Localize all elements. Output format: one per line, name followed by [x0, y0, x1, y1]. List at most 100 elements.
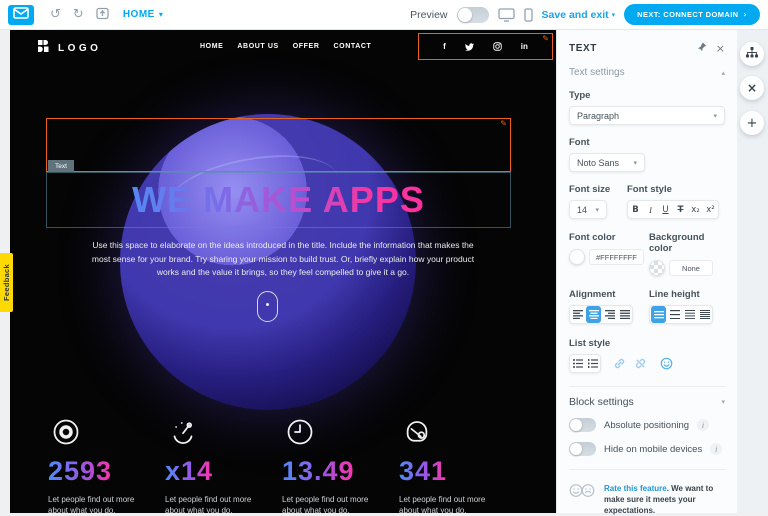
align-left-button[interactable]: [570, 306, 585, 323]
rate-feature-section: Rate this feature. We want to make sure …: [569, 483, 725, 516]
sitemap-icon: [746, 45, 758, 63]
toggle-knob: [457, 7, 472, 22]
preview-label: Preview: [410, 8, 448, 21]
info-icon[interactable]: i: [697, 419, 710, 431]
twitter-icon[interactable]: [464, 42, 474, 51]
emoji-icon[interactable]: [660, 357, 673, 370]
site-logo[interactable]: LOGO: [38, 39, 101, 57]
redo-icon[interactable]: ↻: [73, 8, 84, 21]
mobile-icon[interactable]: [523, 7, 533, 22]
save-and-exit-dropdown[interactable]: Save and exit ▾: [542, 9, 616, 21]
font-size-select[interactable]: 14 ▾: [569, 200, 607, 219]
line-height-4-button[interactable]: [697, 306, 712, 323]
font-size-label: Font size: [569, 184, 611, 195]
hide-on-mobile-toggle[interactable]: [569, 442, 596, 456]
info-icon[interactable]: i: [710, 443, 723, 455]
subscript-button[interactable]: x₂: [688, 201, 703, 218]
italic-button[interactable]: I: [643, 201, 658, 218]
text-settings-section-header[interactable]: Text settings ▴: [569, 67, 725, 78]
align-right-button[interactable]: [602, 306, 617, 323]
stat-caption: Let people find out more about what you …: [282, 495, 369, 513]
stat-item[interactable]: 341 Let people find out more about what …: [399, 417, 516, 513]
line-height-label: Line height: [649, 289, 700, 300]
element-type-tab: Text: [48, 160, 74, 172]
hide-on-mobile-label: Hide on mobile devices: [604, 443, 703, 455]
linkedin-icon[interactable]: in: [521, 42, 528, 51]
rate-feature-text: Rate this feature. We want to make sure …: [604, 484, 714, 515]
font-color-swatch[interactable]: [569, 249, 585, 265]
top-toolbar: ↺ ↻ HOME ▾ Preview Save and exit ▾ NEXT:…: [0, 0, 768, 30]
alignment-group: [569, 305, 633, 324]
align-justify-button[interactable]: [617, 306, 632, 323]
absolute-positioning-toggle[interactable]: [569, 418, 596, 432]
logo-text: LOGO: [58, 42, 102, 54]
desktop-icon[interactable]: [497, 7, 515, 22]
stat-item[interactable]: 13.49 Let people find out more about wha…: [282, 417, 399, 513]
scroll-indicator-icon[interactable]: [257, 291, 278, 322]
nav-item-contact[interactable]: CONTACT: [334, 43, 372, 50]
stat-caption: Let people find out more about what you …: [399, 495, 486, 513]
text-block-selection-box[interactable]: ✎: [46, 118, 511, 172]
next-connect-domain-button[interactable]: NEXT: CONNECT DOMAIN ›: [624, 4, 760, 25]
brand-button[interactable]: [8, 4, 34, 25]
stat-value: 13.49: [282, 456, 355, 486]
gauge-icon: [168, 422, 198, 451]
nav-item-home[interactable]: HOME: [200, 43, 223, 50]
list-style-group: [569, 354, 601, 373]
facebook-icon[interactable]: f: [443, 42, 446, 51]
close-editor-button[interactable]: ×: [740, 76, 764, 100]
page-dropdown[interactable]: HOME ▾: [123, 9, 164, 20]
page-name: HOME: [122, 9, 155, 20]
upload-icon[interactable]: [96, 7, 109, 22]
site-header: LOGO HOME ABOUT US OFFER CONTACT ✎ f in: [10, 30, 556, 63]
list-style-label: List style: [569, 338, 611, 349]
chevron-up-icon: ▴: [721, 68, 725, 77]
heading-selection-box[interactable]: WE MAKE APPS: [46, 172, 511, 228]
type-select[interactable]: Paragraph ▾: [569, 106, 725, 125]
font-color-value[interactable]: #FFFFFFFF: [589, 249, 644, 265]
superscript-button[interactable]: x²: [703, 201, 718, 218]
chevron-down-icon: ▾: [611, 10, 616, 19]
rate-feature-link[interactable]: Rate this feature: [604, 484, 667, 493]
line-height-group: [649, 305, 713, 324]
stat-item[interactable]: 2593 Let people find out more about what…: [48, 417, 165, 513]
alignment-label: Alignment: [569, 289, 616, 300]
chevron-down-icon: ▾: [595, 205, 599, 214]
site-nav: HOME ABOUT US OFFER CONTACT: [200, 30, 371, 63]
font-color-label: Font color: [569, 232, 616, 243]
hero-heading[interactable]: WE MAKE APPS: [132, 179, 425, 221]
underline-button[interactable]: U: [658, 201, 673, 218]
edit-pencil-icon[interactable]: ✎: [542, 35, 549, 43]
stat-value: x14: [165, 456, 214, 486]
background-color-swatch[interactable]: [649, 260, 665, 276]
strikethrough-button[interactable]: T: [673, 201, 688, 218]
block-settings-header[interactable]: Block settings ▾: [569, 396, 725, 408]
panel-title: TEXT: [569, 43, 597, 54]
preview-toggle[interactable]: [456, 6, 489, 23]
numbered-list-button[interactable]: [585, 355, 600, 372]
pin-icon[interactable]: [697, 42, 707, 55]
hero-paragraph[interactable]: Use this space to elaborate on the ideas…: [85, 239, 481, 280]
feedback-tab[interactable]: Feedback: [0, 253, 13, 312]
nav-item-offer[interactable]: OFFER: [293, 43, 320, 50]
layers-button[interactable]: [740, 42, 764, 66]
line-height-3-button[interactable]: [682, 306, 697, 323]
bold-button[interactable]: B: [628, 201, 643, 218]
stat-item[interactable]: x14 Let people find out more about what …: [165, 417, 282, 513]
instagram-icon[interactable]: [493, 42, 502, 51]
font-select[interactable]: Noto Sans ▾: [569, 153, 645, 172]
line-height-2-button[interactable]: [667, 306, 682, 323]
social-icons-selection-box[interactable]: ✎ f in: [418, 33, 553, 60]
align-center-button[interactable]: [586, 306, 601, 323]
line-height-1-button[interactable]: [651, 306, 666, 323]
add-element-button[interactable]: +: [740, 111, 764, 135]
unlink-icon[interactable]: [634, 357, 647, 370]
bullet-list-button[interactable]: [570, 355, 585, 372]
background-color-value[interactable]: None: [669, 260, 713, 276]
close-icon[interactable]: ×: [716, 42, 725, 55]
nav-item-about-us[interactable]: ABOUT US: [237, 43, 278, 50]
link-icon[interactable]: [613, 357, 626, 370]
undo-icon[interactable]: ↺: [50, 8, 61, 21]
type-label: Type: [569, 90, 591, 101]
edit-pencil-icon[interactable]: ✎: [500, 120, 507, 128]
